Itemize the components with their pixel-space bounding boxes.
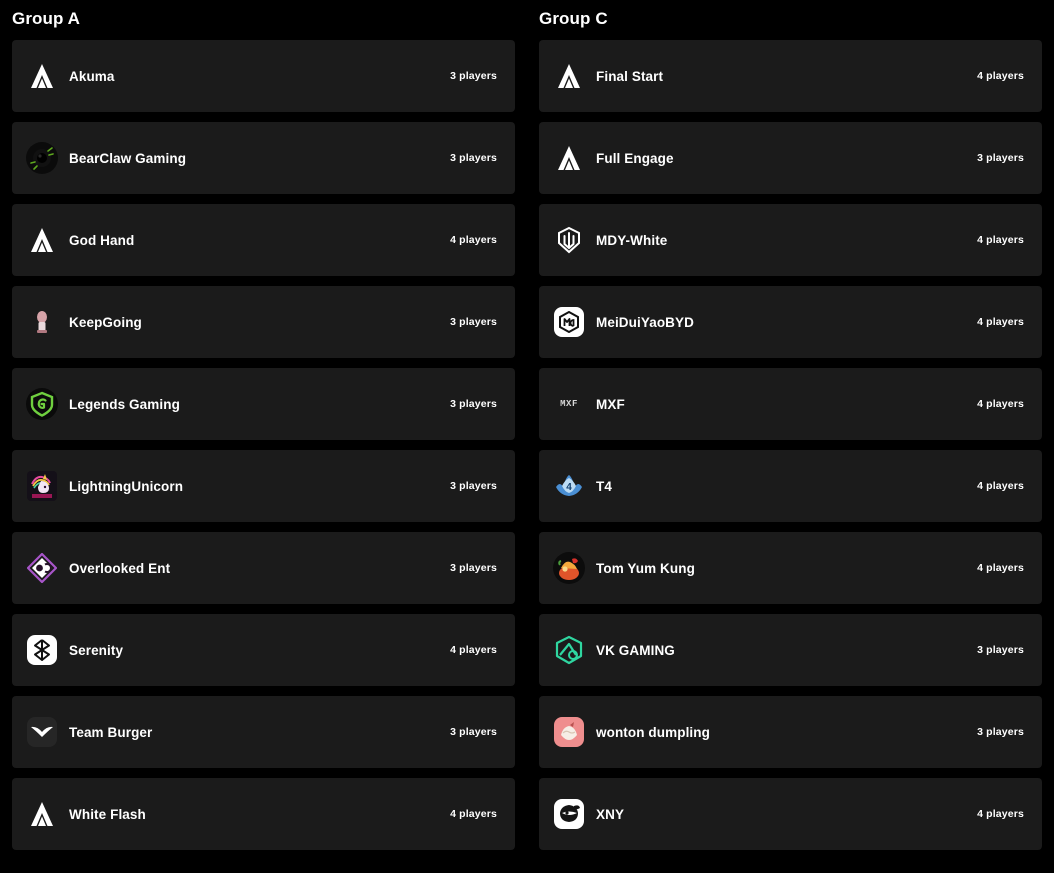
unicorn-icon <box>26 470 58 502</box>
team-card[interactable]: MeiDuiYaoBYD 4 players <box>539 286 1042 358</box>
player-count: 3 players <box>450 480 497 492</box>
team-name: MXF <box>596 396 625 412</box>
team-card[interactable]: Team Burger 3 players <box>12 696 515 768</box>
groups-page: Group A Akuma 3 players BearClaw Gaming 3 p… <box>0 0 1054 873</box>
team-name: T4 <box>596 478 612 494</box>
group-column-a: Group A Akuma 3 players BearClaw Gaming 3 p… <box>0 0 527 873</box>
team-name: Full Engage <box>596 150 674 166</box>
legends-shield-icon <box>26 388 58 420</box>
xny-ninja-icon <box>553 798 585 830</box>
team-name: MeiDuiYaoBYD <box>596 314 694 330</box>
player-count: 3 players <box>450 316 497 328</box>
team-card[interactable]: BearClaw Gaming 3 players <box>12 122 515 194</box>
team-name: LightningUnicorn <box>69 478 184 494</box>
player-count: 4 players <box>977 480 1024 492</box>
team-name: Overlooked Ent <box>69 560 171 576</box>
team-card[interactable]: Akuma 3 players <box>12 40 515 112</box>
vk-hex-icon <box>553 634 585 666</box>
bearclaw-icon <box>26 142 58 174</box>
team-name: MDY-White <box>596 232 668 248</box>
apex-chevron-icon <box>26 224 58 256</box>
player-count: 3 players <box>450 70 497 82</box>
team-name: BearClaw Gaming <box>69 150 187 166</box>
group-title: Group C <box>539 9 608 28</box>
player-count: 4 players <box>977 234 1024 246</box>
player-count: 4 players <box>977 808 1024 820</box>
apex-chevron-icon <box>553 142 585 174</box>
mdy-badge-icon <box>553 306 585 338</box>
team-card[interactable]: Full Engage 3 players <box>539 122 1042 194</box>
team-name: KeepGoing <box>69 314 142 330</box>
team-name: wonton dumpling <box>596 724 710 740</box>
team-list: Final Start 4 players Full Engage 3 players… <box>539 40 1042 850</box>
team-card[interactable]: 4 T4 4 players <box>539 450 1042 522</box>
player-count: 3 players <box>977 644 1024 656</box>
svg-text:4: 4 <box>566 482 572 493</box>
overlooked-diamond-icon <box>26 552 58 584</box>
team-card[interactable]: VK GAMING 3 players <box>539 614 1042 686</box>
t4-crown-icon: 4 <box>553 470 585 502</box>
tomyumkung-icon <box>553 552 585 584</box>
team-card[interactable]: XNY 4 players <box>539 778 1042 850</box>
team-name: XNY <box>596 806 625 822</box>
player-count: 3 players <box>450 726 497 738</box>
player-count: 4 players <box>977 316 1024 328</box>
player-count: 3 players <box>977 726 1024 738</box>
team-card[interactable]: MXF MXF 4 players <box>539 368 1042 440</box>
serenity-knot-icon <box>26 634 58 666</box>
player-count: 4 players <box>977 562 1024 574</box>
team-card[interactable]: White Flash 4 players <box>12 778 515 850</box>
dumpling-icon <box>553 716 585 748</box>
player-count: 4 players <box>450 644 497 656</box>
apex-chevron-icon <box>553 60 585 92</box>
team-name: Serenity <box>69 642 124 658</box>
team-name: Tom Yum Kung <box>596 560 695 576</box>
team-name: Akuma <box>69 68 115 84</box>
player-count: 3 players <box>450 562 497 574</box>
team-list: Akuma 3 players BearClaw Gaming 3 players Go… <box>12 40 515 850</box>
team-name: Final Start <box>596 68 664 84</box>
mdy-crest-icon <box>553 224 585 256</box>
team-card[interactable]: Legends Gaming 3 players <box>12 368 515 440</box>
team-card[interactable]: God Hand 4 players <box>12 204 515 276</box>
mxf-wordmark-icon: MXF <box>560 399 578 409</box>
burger-wings-icon <box>26 716 58 748</box>
team-name: Team Burger <box>69 724 153 740</box>
team-card[interactable]: LightningUnicorn 3 players <box>12 450 515 522</box>
player-count: 3 players <box>977 152 1024 164</box>
team-card[interactable]: wonton dumpling 3 players <box>539 696 1042 768</box>
team-name: Legends Gaming <box>69 396 180 412</box>
apex-chevron-icon <box>26 798 58 830</box>
apex-chevron-icon <box>26 60 58 92</box>
player-count: 4 players <box>977 70 1024 82</box>
team-card[interactable]: Tom Yum Kung 4 players <box>539 532 1042 604</box>
team-name: VK GAMING <box>596 642 675 658</box>
player-count: 3 players <box>450 398 497 410</box>
team-name: God Hand <box>69 232 135 248</box>
player-count: 4 players <box>450 808 497 820</box>
team-card[interactable]: Serenity 4 players <box>12 614 515 686</box>
player-count: 4 players <box>450 234 497 246</box>
team-card[interactable]: KeepGoing 3 players <box>12 286 515 358</box>
group-title: Group A <box>12 9 81 28</box>
team-card[interactable]: MDY-White 4 players <box>539 204 1042 276</box>
player-count: 3 players <box>450 152 497 164</box>
group-column-c: Group C Final Start 4 players Full Engage 3… <box>527 0 1054 873</box>
team-card[interactable]: Overlooked Ent 3 players <box>12 532 515 604</box>
team-card[interactable]: Final Start 4 players <box>539 40 1042 112</box>
keepgoing-icon <box>26 306 58 338</box>
team-name: White Flash <box>69 806 146 822</box>
player-count: 4 players <box>977 398 1024 410</box>
